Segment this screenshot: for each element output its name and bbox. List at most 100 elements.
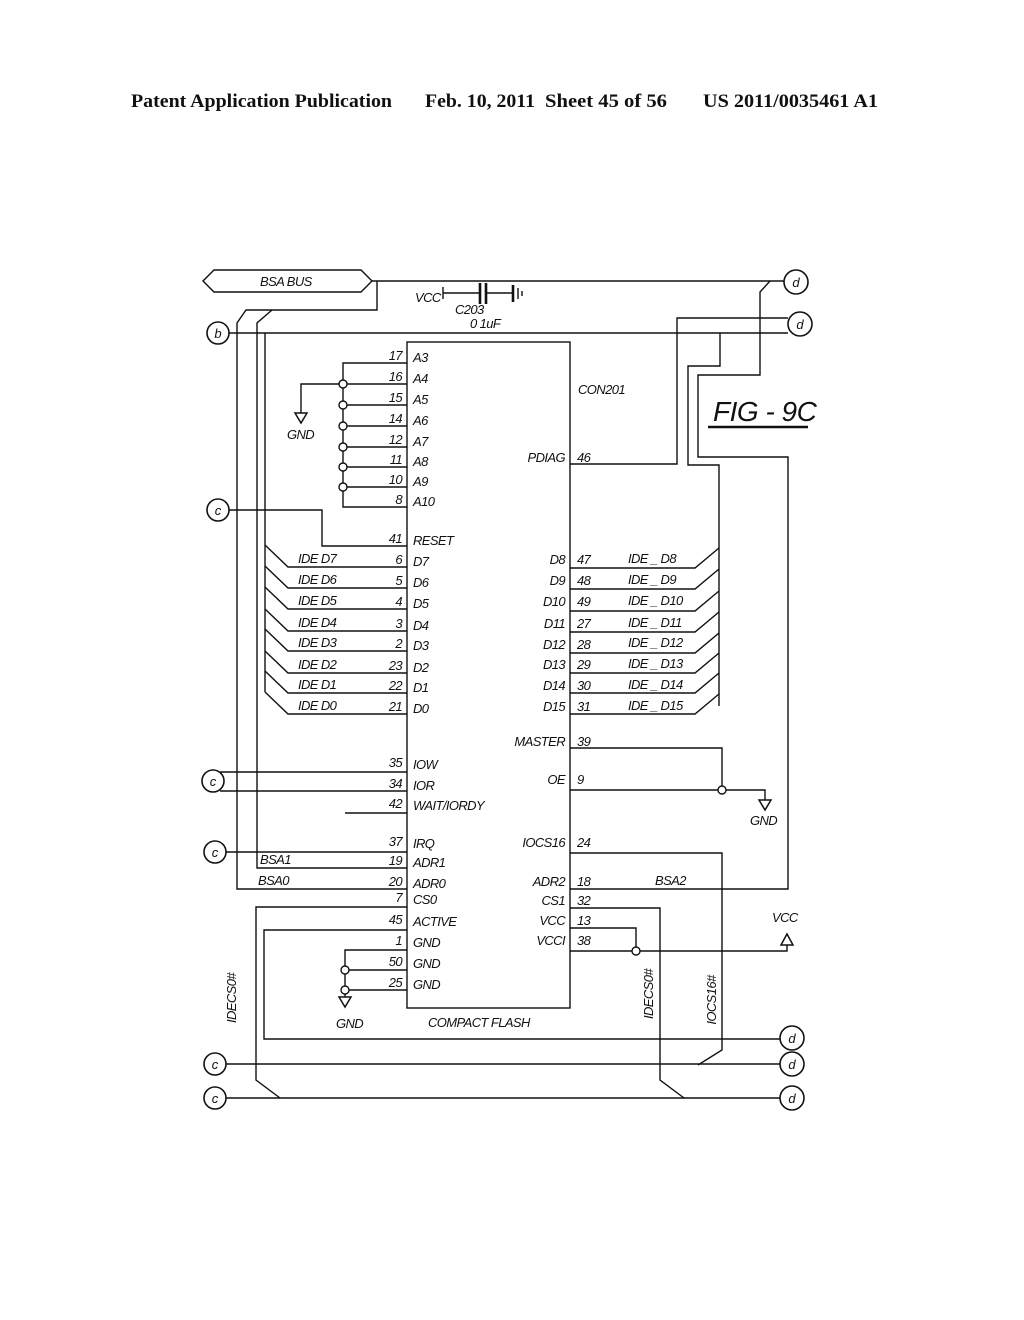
net-label-bsa1: BSA1: [260, 852, 291, 867]
left-pin-number: 37: [389, 834, 404, 849]
right-pin-name: D9: [550, 573, 566, 588]
left-pin-name: D3: [413, 638, 430, 653]
left-pin-name: A5: [412, 392, 429, 407]
left-pin-name: CS0: [413, 892, 438, 907]
right-pin-name: D11: [544, 616, 565, 631]
capacitor-supply-label: VCC: [415, 290, 442, 305]
right-pin-number: 28: [576, 637, 592, 652]
gnd-label: GND: [287, 427, 314, 442]
net-label-ide-high: IDE _ D9: [628, 572, 676, 587]
net-label-ide-low: IDE D6: [298, 572, 338, 587]
connector-d-label: d: [796, 317, 804, 332]
right-pin-name: PDIAG: [528, 450, 566, 465]
right-pin-name: ADR2: [532, 874, 567, 889]
capacitor-plates: [478, 283, 488, 304]
right-pin-name: D13: [543, 657, 566, 672]
left-pin-number: 8: [395, 492, 403, 507]
right-pin-number: 13: [577, 913, 592, 928]
right-pin-name: MASTER: [514, 734, 565, 749]
left-pin-number: 17: [389, 348, 404, 363]
left-pin-name: IOR: [413, 778, 435, 793]
right-pin-number: 47: [577, 552, 592, 567]
vcc-icon: [779, 932, 795, 946]
patent-sheet: Patent Application Publication Feb. 10, …: [131, 91, 878, 1111]
junction-dot: [338, 462, 348, 472]
net-label-ide-high: IDE _ D11: [628, 615, 682, 630]
right-pin-number: 30: [577, 678, 592, 693]
left-pin-name: ADR1: [412, 855, 446, 870]
right-pin-name: D15: [543, 699, 566, 714]
net-label-ide-high: IDE _ D14: [628, 677, 683, 692]
bsa-bus-label: BSA BUS: [260, 274, 313, 289]
left-pin-number: 2: [394, 636, 403, 651]
vcc-label: VCC: [772, 910, 799, 925]
left-pin-number: 5: [395, 573, 403, 588]
wire-gnd-a: [300, 383, 343, 413]
left-pin-number: 14: [389, 411, 403, 426]
right-pin-number: 18: [577, 874, 592, 889]
left-pin-number: 22: [388, 678, 404, 693]
net-label-ide-low: IDE D2: [298, 657, 338, 672]
left-pin-name: D7: [413, 554, 430, 569]
junction-dot: [338, 421, 348, 431]
left-pin-number: 1: [395, 933, 402, 948]
wire-bsa2: [570, 280, 789, 890]
net-label-iocs16: IOCS16#: [704, 974, 719, 1025]
capacitor-value-label: 0 1uF: [470, 316, 502, 331]
left-pin-name: A10: [412, 494, 436, 509]
left-pin-name: A3: [412, 350, 429, 365]
ground-icon: [757, 799, 773, 812]
left-pin-name: D1: [413, 680, 429, 695]
net-label-ide-high: IDE _ D10: [628, 593, 684, 608]
page-header: Patent Application Publication Feb. 10, …: [131, 91, 878, 112]
left-pin-name: D4: [413, 618, 429, 633]
wire-master: [570, 747, 723, 790]
net-label-idecs0-left: IDECS0#: [224, 972, 239, 1023]
left-pin-number: 12: [389, 432, 404, 447]
left-pin-number: 19: [389, 853, 403, 868]
left-pin-number: 15: [389, 390, 404, 405]
left-pin-number: 7: [395, 890, 403, 905]
left-pin-number: 41: [389, 531, 403, 546]
left-pin-number: 50: [389, 954, 404, 969]
right-pin-number: 48: [577, 573, 592, 588]
connector-c-label: c: [212, 845, 219, 860]
left-pin-name: GND: [413, 956, 440, 971]
left-pin-number: 45: [389, 912, 404, 927]
left-pin-name: A7: [412, 434, 429, 449]
left-pin-name: ADR0: [412, 876, 447, 891]
connector-d-label: d: [788, 1091, 796, 1106]
right-pin-number: 24: [576, 835, 591, 850]
net-label-bsa2: BSA2: [655, 873, 687, 888]
left-pin-number: 42: [389, 796, 404, 811]
net-label-ide-high: IDE _ D8: [628, 551, 677, 566]
schematic-labels: BSA BUS VCC C203 0 1uF CON201 FIG - 9C C…: [224, 274, 818, 1031]
left-pin-name: D6: [413, 575, 430, 590]
left-pin-name: A9: [412, 474, 428, 489]
right-pin-name: D14: [543, 678, 565, 693]
junction-dot: [338, 400, 348, 410]
publication-title: Patent Application Publication: [131, 91, 392, 112]
left-pin-number: 10: [389, 472, 404, 487]
left-pin-name: A8: [412, 454, 429, 469]
wire-cap-left: [442, 287, 479, 299]
junction-dot: [338, 482, 348, 492]
net-label-ide-low: IDE D4: [298, 615, 337, 630]
right-pin-name: D8: [550, 552, 567, 567]
wire-bsa1: [256, 309, 407, 869]
net-label-ide-high: IDE _ D12: [628, 635, 684, 650]
left-pin-name: D0: [413, 701, 430, 716]
sheet-number: Sheet 45 of 56: [545, 91, 667, 112]
junction-dot: [338, 379, 348, 389]
left-pin-number: 35: [389, 755, 404, 770]
left-pin-number: 4: [395, 594, 402, 609]
left-pin-name: GND: [413, 935, 440, 950]
left-pin-name: GND: [413, 977, 440, 992]
left-pin-number: 16: [389, 369, 404, 384]
left-pin-name: WAIT/IORDY: [413, 798, 486, 813]
left-pin-name: ACTIVE: [412, 914, 457, 929]
wire-vcci: [570, 945, 788, 952]
right-pin-number: 39: [577, 734, 591, 749]
left-pin-number: 23: [388, 658, 404, 673]
right-pin-name: VCC: [539, 913, 566, 928]
